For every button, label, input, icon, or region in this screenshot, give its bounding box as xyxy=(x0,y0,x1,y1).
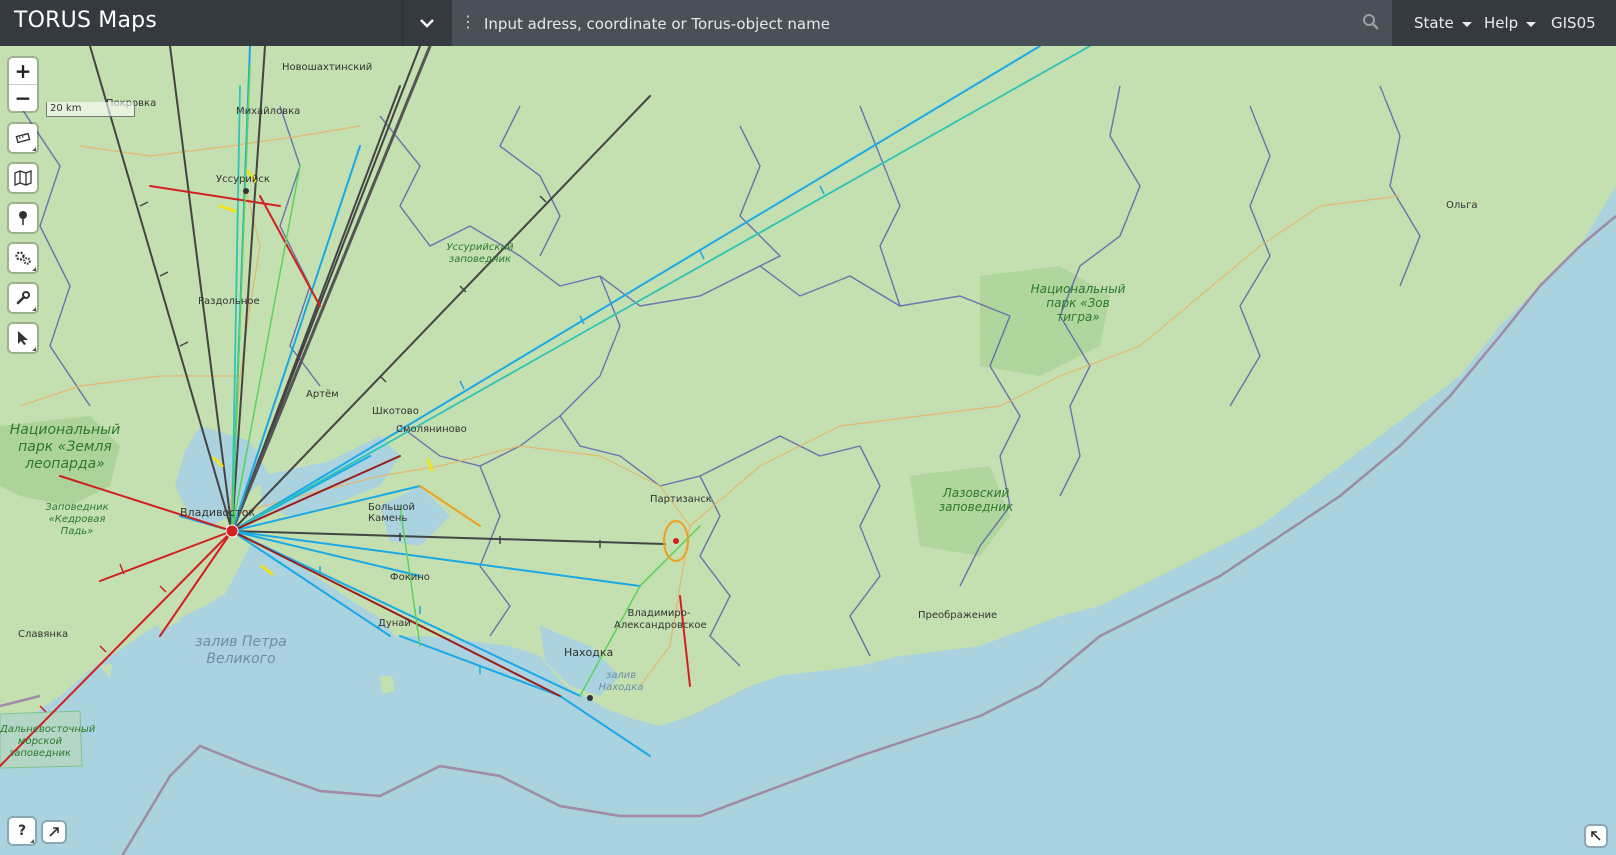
fullscreen-button[interactable] xyxy=(1586,826,1606,846)
submenu-indicator xyxy=(30,839,34,843)
menu-state-label: State xyxy=(1414,14,1454,32)
measure-button[interactable] xyxy=(9,124,37,152)
settings-button[interactable] xyxy=(9,244,37,272)
chevron-down-icon xyxy=(420,19,434,28)
submenu-indicator xyxy=(32,267,36,271)
select-button[interactable] xyxy=(9,324,37,352)
town-label: Партизанск xyxy=(650,494,712,505)
menu-help-label: Help xyxy=(1484,14,1519,32)
menu-help[interactable]: Help xyxy=(1484,0,1537,46)
town-label: Михайловка xyxy=(236,106,301,117)
menu-state[interactable]: State xyxy=(1414,0,1472,46)
ruler-icon xyxy=(15,132,31,144)
city-label: Находка xyxy=(564,646,614,659)
menu-user-label: GIS05 xyxy=(1551,14,1596,32)
town-label: Владимиро-Александровское xyxy=(614,608,707,631)
caret-down-icon xyxy=(1526,21,1537,27)
search-bar: ⋮ xyxy=(452,0,1392,48)
collapse-toggle-button[interactable] xyxy=(402,0,451,46)
town-label: Большой Камень xyxy=(368,502,416,524)
zoom-out-button[interactable]: − xyxy=(9,85,37,111)
zoom-in-button[interactable]: + xyxy=(9,58,37,85)
map-icon xyxy=(14,170,32,186)
menu-user[interactable]: GIS05 xyxy=(1551,0,1596,46)
town-label: Новошахтинский xyxy=(282,62,373,73)
town-label: Преображение xyxy=(918,610,998,621)
pin-icon xyxy=(19,211,27,225)
town-label: Раздольное xyxy=(198,296,260,307)
search-icon[interactable] xyxy=(1362,13,1380,31)
water-label: залив Находка xyxy=(598,670,644,693)
cursor-icon xyxy=(18,331,28,345)
town-label: Ольга xyxy=(1446,200,1478,211)
app-root: TORUS Maps ⋮ State Help GIS05 xyxy=(0,0,1616,855)
app-brand[interactable]: TORUS Maps xyxy=(14,8,157,33)
park-label: Национальный парк «Зов тигра» xyxy=(1030,282,1126,324)
park-label: Уссурийский заповедник xyxy=(446,242,514,265)
park-label: Дальневосточный морской заповедник xyxy=(0,724,96,759)
park-label: Лазовский заповедник xyxy=(938,486,1014,514)
map-tiles xyxy=(0,46,1616,855)
town-label: Дунай xyxy=(378,618,411,629)
town-label: Уссурийск xyxy=(216,174,270,185)
zoom-control: + − xyxy=(9,58,37,111)
layers-button[interactable] xyxy=(9,164,37,192)
marker-button[interactable] xyxy=(9,204,37,232)
caret-down-icon xyxy=(1461,21,1472,27)
expand-icon xyxy=(49,827,59,837)
town-label: Артём xyxy=(306,389,339,400)
submenu-indicator xyxy=(32,147,36,151)
fullscreen-icon xyxy=(1591,831,1601,841)
park-label: Заповедник «Кедровая Падь» xyxy=(45,502,109,537)
map-canvas[interactable]: Новошахтинский Покровка Михайловка Уссур… xyxy=(0,46,1616,855)
town-label: Шкотово xyxy=(372,406,419,417)
wrench-icon xyxy=(16,291,30,305)
submenu-indicator xyxy=(32,307,36,311)
town-label: Фокино xyxy=(390,572,430,583)
water-label: залив Петра Великого xyxy=(195,634,287,667)
tools-button[interactable] xyxy=(9,284,37,312)
submenu-indicator xyxy=(32,347,36,351)
town-label: Славянка xyxy=(18,629,69,640)
help-icon: ? xyxy=(17,823,27,839)
drag-handle-icon[interactable]: ⋮ xyxy=(460,14,476,30)
town-label: Смоляниново xyxy=(396,424,467,435)
park-label: Национальный парк «Земля леопарда» xyxy=(9,422,121,472)
search-input[interactable] xyxy=(482,0,1346,48)
scale-bar: 20 km xyxy=(46,102,135,117)
gears-icon xyxy=(15,251,31,265)
help-button[interactable]: ? xyxy=(9,818,35,844)
city-label: Владивосток xyxy=(180,506,256,519)
expand-button[interactable] xyxy=(43,822,65,842)
top-navbar: TORUS Maps ⋮ State Help GIS05 xyxy=(0,0,1616,48)
